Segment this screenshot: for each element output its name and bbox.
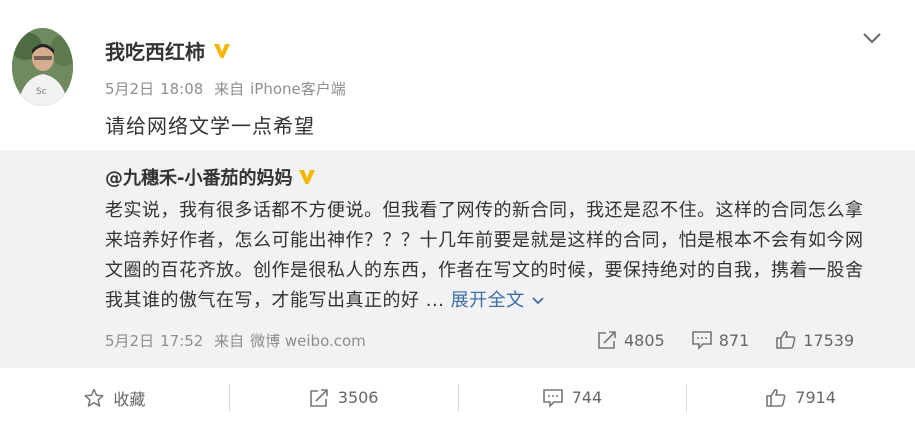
chevron-down-icon[interactable] (860, 28, 884, 48)
star-icon (83, 388, 105, 408)
source-prefix: 来自 (214, 80, 245, 98)
repost-author-text[interactable]: @九穗禾-小番茄的妈妈 (105, 164, 292, 190)
avatar[interactable]: Sc (12, 28, 73, 106)
source-prefix: 来自 (214, 332, 245, 350)
repost-text-line: 我其谁的傲气在写，才能写出真正的好 ... (105, 290, 445, 311)
repost-date[interactable]: 5月2日 (105, 332, 154, 350)
repost-comment-button[interactable]: 871 (691, 330, 750, 350)
comment-icon (691, 330, 713, 350)
post-time[interactable]: 18:08 (160, 80, 203, 98)
comment-button[interactable]: 744 (457, 368, 687, 427)
verified-badge-icon (213, 43, 231, 59)
repost-text: 老实说，我有很多话都不方便说。但我看了网传的新合同，我还是忍不住。这样的合同怎么… (105, 196, 895, 316)
repost-text-line: 来培养好作者，怎么可能出神作？？？十几年前要是就是这样的合同，怕是根本不会有如今… (105, 230, 864, 251)
chevron-down-icon[interactable] (531, 296, 545, 306)
repost-text-line: 文圈的百花齐放。创作是很私人的东西，作者在写文的时候，要保持绝对的自我，携着一股… (105, 260, 864, 281)
expand-full-text-link[interactable]: 展开全文 (451, 290, 545, 311)
like-button[interactable]: 7914 (686, 368, 915, 427)
weibo-post: Sc 我吃西红柿 5月2日 18:08 来自 iPhone客户端 请给网络文学一点希… (0, 0, 915, 427)
repost-text-line-last: 我其谁的傲气在写，才能写出真正的好 ... 展开全文 (105, 286, 895, 316)
favorite-label: 收藏 (113, 389, 146, 409)
repost-comment-count: 871 (718, 330, 750, 350)
post-meta: 5月2日 18:08 来自 iPhone客户端 (105, 78, 346, 99)
post-content: 请给网络文学一点希望 (105, 114, 315, 138)
repost-like-count: 17539 (803, 330, 855, 350)
share-icon (308, 388, 330, 408)
repost-share-button[interactable]: 4805 (596, 330, 665, 350)
comment-icon (542, 388, 564, 408)
repost-text-line: 老实说，我有很多话都不方便说。但我看了网传的新合同，我还是忍不住。这样的合同怎么… (105, 200, 864, 221)
like-count: 7914 (795, 388, 836, 407)
repost-meta: 5月2日 17:52 来自 微博 weibo.com (105, 330, 366, 351)
repost-button[interactable]: 3506 (228, 368, 458, 427)
author-name-text[interactable]: 我吃西红柿 (105, 36, 205, 65)
post-source[interactable]: iPhone客户端 (250, 80, 346, 98)
repost-source[interactable]: 微博 weibo.com (250, 332, 366, 350)
repost-share-count: 4805 (624, 330, 665, 350)
reposted-weibo[interactable]: @九穗禾-小番茄的妈妈 老实说，我有很多话都不方便说。但我看了网传的新合同，我还… (0, 150, 915, 368)
repost-author[interactable]: @九穗禾-小番茄的妈妈 (105, 164, 316, 190)
repost-time[interactable]: 17:52 (160, 332, 203, 350)
expand-label[interactable]: 展开全文 (451, 290, 525, 311)
thumbs-up-icon (765, 388, 787, 408)
action-toolbar: 收藏 3506 744 7914 (0, 368, 915, 427)
svg-text:Sc: Sc (36, 87, 47, 97)
repost-actions: 4805 871 17539 (596, 330, 854, 350)
repost-count: 3506 (337, 388, 379, 407)
comment-count: 744 (571, 388, 603, 407)
favorite-button[interactable]: 收藏 (0, 368, 229, 427)
verified-badge-icon (298, 169, 316, 185)
thumbs-up-icon (775, 330, 797, 350)
share-icon (596, 330, 618, 350)
author-name[interactable]: 我吃西红柿 (105, 36, 231, 65)
post-date[interactable]: 5月2日 (105, 80, 154, 98)
repost-like-button[interactable]: 17539 (775, 330, 854, 350)
